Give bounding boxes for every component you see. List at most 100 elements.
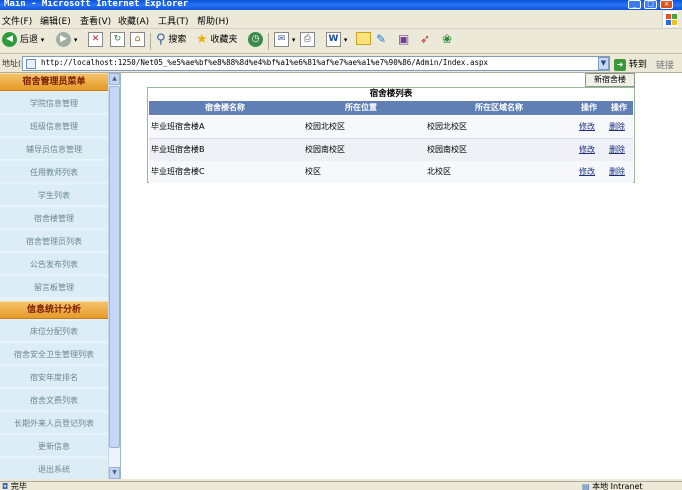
edit-link[interactable]: 修改 [579,145,595,154]
refresh-button[interactable]: ↻ [110,32,125,47]
delete-link[interactable]: 删除 [609,167,625,176]
menu-favorites[interactable]: 收藏(A) [118,14,149,27]
nav-teacher-list[interactable]: 任用教师列表 [0,162,108,183]
cell-region: 校园南校区 [427,145,467,154]
edit-button[interactable]: W ▾ [326,32,347,47]
menu-tools[interactable]: 工具(T) [158,14,189,27]
discuss-button[interactable] [356,32,371,45]
forward-dropdown-icon[interactable]: ▾ [74,36,78,44]
status-zone: ▤ 本地 Intranet [582,481,643,490]
delete-link[interactable]: 删除 [609,145,625,154]
address-bar: 地址(D) http://localhost:1250/Net05_%e5%ae… [0,54,682,73]
plugin-bird-icon: ➶ [420,32,431,46]
back-arrow-icon: ◀ [2,32,17,47]
nav-college-info[interactable]: 学院信息管理 [0,93,108,114]
edit-dropdown-icon[interactable]: ▾ [344,36,348,44]
history-button[interactable]: ◷ [248,32,263,47]
search-button[interactable]: ⚲ 搜索 [156,32,186,47]
nav-update-info[interactable]: 更新信息 [0,436,108,457]
nav-message-board[interactable]: 留言板管理 [0,277,108,298]
column-header-region: 所在区域名称 [475,103,523,112]
go-button[interactable]: ➜ 转到 [614,57,647,71]
windows-logo-icon [662,11,678,27]
toolbar-separator [268,33,269,50]
menu-help[interactable]: 帮助(H) [197,14,229,27]
table-row: 毕业班宿舍楼A 校园北校区 校园北校区 修改 删除 [149,116,633,138]
left-frame-scrollbar[interactable]: ▲ ▼ [108,73,120,479]
msn-button[interactable]: ❀ [442,32,452,46]
menu-edit[interactable]: 编辑(E) [40,14,71,27]
nav-dorm-fee-list[interactable]: 宿舍文费列表 [0,390,108,411]
cell-location: 校园北校区 [305,122,345,131]
section-header-dorm-admin: 宿舍管理员菜单 [0,73,108,91]
research-button[interactable]: ▣ [398,32,409,46]
plugin-button[interactable]: ➶ [420,32,430,46]
nav-counselor-info[interactable]: 辅导员信息管理 [0,139,108,160]
favorites-label: 收藏夹 [210,35,238,45]
nav-student-list[interactable]: 学生列表 [0,185,108,206]
nav-safety-hygiene[interactable]: 宿舍安全卫生管理列表 [0,344,108,365]
minimize-button[interactable]: _ [628,0,641,9]
links-button[interactable]: 链接 [656,58,674,71]
forward-arrow-icon: ▶ [56,32,71,47]
table-header: 宿舍楼名称 所在位置 所在区域名称 操作 操作 [149,101,633,115]
delete-link[interactable]: 删除 [609,122,625,131]
back-button[interactable]: ◀ 后退 ▾ [2,32,44,47]
back-dropdown-icon[interactable]: ▾ [41,36,45,44]
nav-bed-allocation[interactable]: 床位分配列表 [0,321,108,342]
cell-location: 校区 [305,167,321,176]
nav-logout[interactable]: 退出系统 [0,459,108,479]
nav-dorm-building[interactable]: 宿舍楼管理 [0,208,108,229]
history-icon: ◷ [248,32,263,47]
column-header-action: 操作 [581,103,597,112]
main-frame: 新宿舍楼 宿舍楼列表 宿舍楼名称 所在位置 所在区域名称 操作 操作 毕业班宿舍… [120,73,682,479]
mail-icon: ✉ [274,32,289,47]
go-arrow-icon: ➜ [614,58,626,71]
column-header-action: 操作 [611,103,627,112]
research-icon: ▣ [398,32,410,46]
favorites-button[interactable]: ★ 收藏夹 [196,32,238,47]
address-url[interactable]: http://localhost:1250/Net05_%e5%ae%bf%e8… [41,58,488,67]
mail-dropdown-icon[interactable]: ▾ [292,36,296,44]
home-icon: ⌂ [130,32,145,47]
table-row: 毕业班宿舍楼C 校区 北校区 修改 删除 [149,161,633,183]
home-button[interactable]: ⌂ [130,32,145,47]
maximize-button[interactable]: □ [644,0,657,9]
edit-link[interactable]: 修改 [579,122,595,131]
cell-name: 毕业班宿舍楼A [151,122,205,131]
word-edit-icon: W [326,32,341,47]
messenger-button[interactable]: ✎ [376,32,386,46]
zone-label: 本地 Intranet [592,482,643,490]
nav-dorm-admin-list[interactable]: 宿舍管理员列表 [0,231,108,252]
new-dorm-building-button[interactable]: 新宿舍楼 [585,73,635,87]
scroll-down-icon[interactable]: ▼ [109,467,120,479]
edit-link[interactable]: 修改 [579,167,595,176]
left-nav-frame: 宿舍管理员菜单 学院信息管理 班级信息管理 辅导员信息管理 任用教师列表 学生列… [0,73,120,479]
scroll-thumb[interactable] [109,86,120,448]
print-button[interactable]: ⎙ [300,32,315,47]
close-button[interactable]: × [660,0,673,9]
mail-button[interactable]: ✉ ▾ [274,32,295,47]
cell-region: 校园北校区 [427,122,467,131]
menu-file[interactable]: 文件(F) [2,14,32,27]
nav-announcement-list[interactable]: 公告发布列表 [0,254,108,275]
discuss-note-icon [356,32,371,45]
go-label: 转到 [628,60,647,70]
nav-visitor-register[interactable]: 长期外来人员登记列表 [0,413,108,434]
address-input[interactable]: http://localhost:1250/Net05_%e5%ae%bf%e8… [22,56,610,71]
toolbar-separator [150,33,151,50]
menu-view[interactable]: 查看(V) [80,14,111,27]
search-label: 搜索 [168,35,187,45]
scroll-up-icon[interactable]: ▲ [109,73,120,85]
status-done-label: 完毕 [10,482,27,490]
column-header-location: 所在位置 [345,103,377,112]
refresh-icon: ↻ [110,32,125,47]
nav-class-info[interactable]: 班级信息管理 [0,116,108,137]
forward-button[interactable]: ▶ ▾ [56,32,77,47]
search-icon: ⚲ [156,32,166,47]
page-done-icon: ◘ [2,482,9,490]
window-title: Main - Microsoft Internet Explorer [4,0,189,9]
nav-annual-ranking[interactable]: 宿安年度排名 [0,367,108,388]
stop-button[interactable]: ✕ [88,32,103,47]
address-dropdown-icon[interactable]: ▼ [598,57,609,70]
